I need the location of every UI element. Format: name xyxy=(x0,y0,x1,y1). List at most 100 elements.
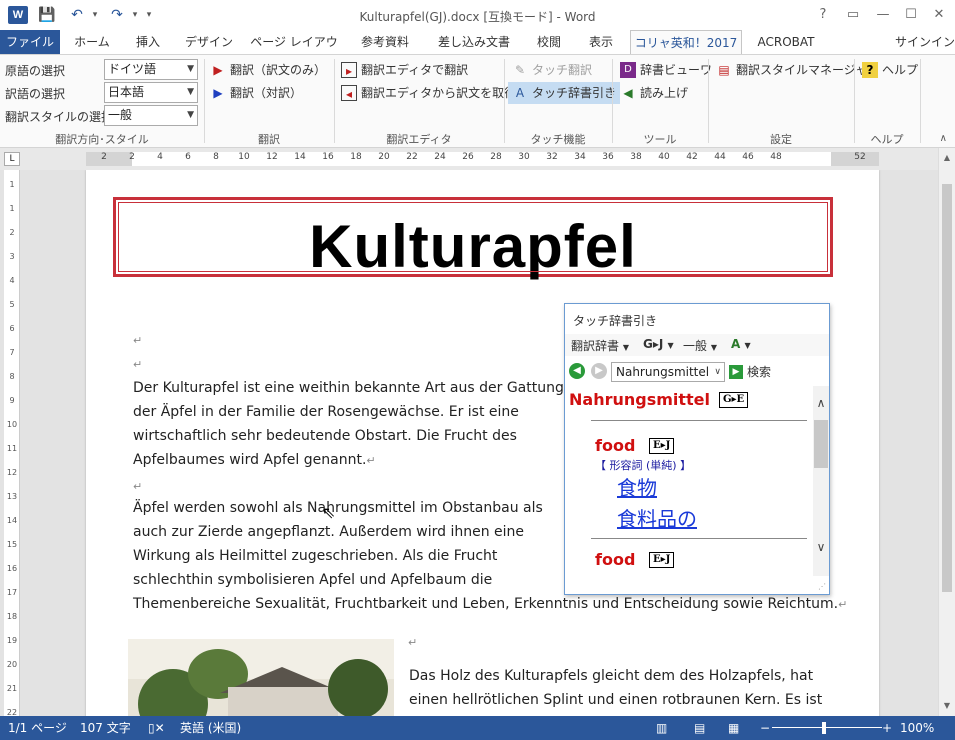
popup-dict-dropdown[interactable]: 翻訳辞書 ▼ xyxy=(571,337,629,354)
document-heading: Kulturapfel xyxy=(309,213,637,280)
popup-scrollbar-thumb[interactable] xyxy=(814,420,828,468)
get-from-editor-button[interactable]: ◂ 翻訳エディタから訳文を取得 xyxy=(341,82,516,104)
tab-mailings[interactable]: 差し込み文書 xyxy=(428,30,520,54)
translation-style-select[interactable]: 一般 ▼ xyxy=(104,105,198,126)
vertical-ruler-number: 20 xyxy=(6,660,18,669)
ribbon-display-options-icon[interactable]: ▭ xyxy=(840,4,866,26)
vertical-ruler-number: 8 xyxy=(9,372,15,381)
popup-search-button[interactable]: ▶ 検索 xyxy=(729,362,771,382)
ruler-number: 4 xyxy=(157,152,163,162)
vertical-ruler-number: 1 xyxy=(9,204,15,213)
popup-divider xyxy=(591,538,807,539)
group-label-translate: 翻訳 xyxy=(258,133,280,146)
style-manager-button[interactable]: ▤ 翻訳スタイルマネージャ xyxy=(716,59,867,81)
ruler-number: 46 xyxy=(742,152,754,162)
tab-references[interactable]: 参考資料 xyxy=(352,30,418,54)
ruler-number: 44 xyxy=(714,152,726,162)
translate-bilingual-button[interactable]: ▶ 翻訳（対訳） xyxy=(210,82,302,104)
body-line: Äpfel werden sowohl als Nahrungsmittel i… xyxy=(133,500,543,516)
source-language-select[interactable]: ドイツ語 ▼ xyxy=(104,59,198,80)
translation-style-label: 翻訳スタイルの選択 xyxy=(5,110,114,124)
read-aloud-button[interactable]: ◀ 読み上げ xyxy=(620,82,688,104)
ruler-number: 2 xyxy=(101,152,107,162)
popup-search-input[interactable]: Nahrungsmittel ∨ xyxy=(611,362,725,382)
popup-translation-link[interactable]: 食物 xyxy=(617,472,657,501)
paragraph-mark: ↵ xyxy=(838,598,848,611)
chevron-down-icon[interactable]: ∨ xyxy=(813,540,829,554)
minimize-button[interactable]: — xyxy=(870,4,896,26)
vertical-ruler-number: 17 xyxy=(6,588,18,597)
touch-dictionary-popup[interactable]: タッチ辞書引き 翻訳辞書 ▼ G▸J ▼ 一般 ▼ A ▼ ◀ ▶ Nahrun… xyxy=(564,303,830,595)
scroll-down-icon[interactable]: ▼ xyxy=(939,698,955,714)
chevron-down-icon: ▼ xyxy=(622,343,629,352)
chevron-down-icon: ▼ xyxy=(710,343,717,352)
popup-style-dropdown[interactable]: 一般 ▼ xyxy=(683,337,717,354)
speaker-icon: ◀ xyxy=(623,86,633,100)
touch-translate-label: タッチ翻訳 xyxy=(532,63,593,77)
popup-recycle-button[interactable]: A ▼ xyxy=(731,337,751,351)
scrollbar-thumb[interactable] xyxy=(942,184,952,592)
horizontal-ruler[interactable]: L 2 2 4 6 8 10 12 14 16 18 20 22 24 26 28 30 32 34 36 38 40 4… xyxy=(0,148,955,170)
touch-dictionary-button[interactable]: A タッチ辞書引き xyxy=(508,82,621,104)
popup-scrollbar[interactable]: ∧ ∨ xyxy=(813,386,829,576)
zoom-slider-thumb[interactable] xyxy=(822,722,826,734)
vertical-scrollbar[interactable]: ▲ ▼ xyxy=(938,148,955,716)
translate-only-label: 翻訳（訳文のみ） xyxy=(230,63,327,77)
sign-in-link[interactable]: サインイン xyxy=(895,30,955,54)
back-arrow-icon[interactable]: ◀ xyxy=(569,363,585,379)
popup-translation-link[interactable]: 食料品の xyxy=(617,503,697,532)
read-mode-icon[interactable]: ▥ xyxy=(656,716,667,740)
help-button[interactable]: ? xyxy=(810,4,836,26)
language-indicator[interactable]: 英語 (米国) xyxy=(180,716,241,740)
body-line: Das Holz des Kulturapfels gleicht dem de… xyxy=(409,668,814,684)
tab-selector-icon[interactable]: L xyxy=(4,152,20,166)
close-button[interactable]: ✕ xyxy=(926,4,952,26)
tab-review[interactable]: 校閲 xyxy=(528,30,570,54)
help-ribbon-button[interactable]: ? ヘルプ xyxy=(862,59,918,81)
collapse-ribbon-icon[interactable]: ∧ xyxy=(940,133,947,144)
tab-page-layout[interactable]: ページ レイアウト xyxy=(246,30,342,73)
forward-arrow-icon[interactable]: ▶ xyxy=(591,363,607,379)
touch-translate-button[interactable]: ✎ タッチ翻訳 xyxy=(512,59,592,81)
proofing-icon[interactable]: ▯✕ xyxy=(148,716,165,740)
zoom-slider[interactable] xyxy=(772,727,882,728)
tab-design[interactable]: デザイン xyxy=(178,30,240,54)
resize-grip-icon[interactable]: ⋰ xyxy=(818,582,826,591)
dict-badge-ge: G▸E xyxy=(719,392,749,408)
tab-home[interactable]: ホーム xyxy=(66,30,118,54)
word-count[interactable]: 107 文字 xyxy=(80,716,131,740)
tab-korya-eiwa[interactable]: コリャ英和！2017 xyxy=(630,30,742,54)
dictionary-viewer-button[interactable]: D 辞書ビューワ xyxy=(620,59,712,81)
scroll-up-icon[interactable]: ▲ xyxy=(939,150,955,166)
restore-button[interactable]: ☐ xyxy=(898,4,924,26)
ruler-number: 36 xyxy=(602,152,614,162)
print-layout-icon[interactable]: ▤ xyxy=(694,716,705,740)
vertical-ruler-number: 1 xyxy=(9,180,15,189)
translate-icon: ▶ xyxy=(213,63,223,77)
popup-divider xyxy=(591,420,807,421)
popup-entry-word: food xyxy=(595,436,636,455)
zoom-out-button[interactable]: − xyxy=(760,716,770,740)
editor-icon: ▸ xyxy=(341,62,357,78)
vertical-ruler-number: 2 xyxy=(9,228,15,237)
popup-dict-label: 翻訳辞書 xyxy=(571,339,620,353)
translate-only-button[interactable]: ▶ 翻訳（訳文のみ） xyxy=(210,59,326,81)
popup-results[interactable]: Nahrungsmittel G▸E food E▸J 【 形容詞 (単純) 】… xyxy=(565,386,811,576)
zoom-level[interactable]: 100% xyxy=(900,716,934,740)
go-arrow-icon: ▶ xyxy=(729,365,743,379)
vertical-ruler-number: 11 xyxy=(6,444,18,453)
tab-insert[interactable]: 挿入 xyxy=(124,30,172,54)
web-layout-icon[interactable]: ▦ xyxy=(728,716,739,740)
tab-view[interactable]: 表示 xyxy=(578,30,624,54)
popup-direction-dropdown[interactable]: G▸J ▼ xyxy=(643,337,674,351)
vertical-ruler[interactable]: 1 1 2 3 4 5 6 7 8 9 10 11 12 13 14 15 16 17 18 19 20 21 22 xyxy=(4,170,20,716)
body-line-text: Themenbereiche Sexualität, Fruchtbarkeit… xyxy=(133,596,839,612)
tab-acrobat[interactable]: ACROBAT xyxy=(750,30,822,54)
zoom-in-button[interactable]: + xyxy=(882,716,892,740)
translate-in-editor-button[interactable]: ▸ 翻訳エディタで翻訳 xyxy=(341,59,468,81)
tab-file[interactable]: ファイル xyxy=(0,30,60,54)
chevron-up-icon[interactable]: ∧ xyxy=(813,396,829,410)
target-language-select[interactable]: 日本語 ▼ xyxy=(104,82,198,103)
apple-tree-photo[interactable] xyxy=(128,639,394,716)
page-count[interactable]: 1/1 ページ xyxy=(8,716,67,740)
